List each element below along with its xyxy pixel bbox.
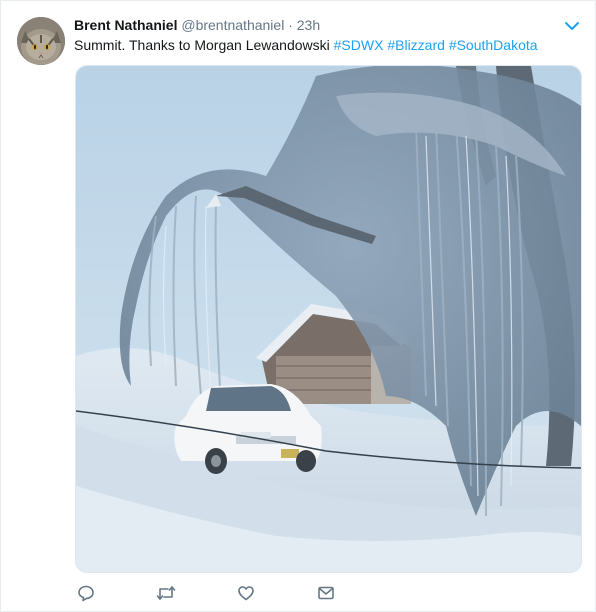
author-handle[interactable]: @brentnathaniel — [181, 17, 284, 33]
tweet-text-plain: Summit. Thanks to Morgan Lewandowski — [74, 37, 330, 53]
tweet-photo[interactable] — [75, 65, 582, 573]
tweet-timestamp[interactable]: 23h — [297, 17, 320, 33]
chevron-down-icon[interactable] — [563, 17, 581, 35]
envelope-icon[interactable] — [315, 583, 337, 603]
heart-icon[interactable] — [235, 583, 257, 603]
hashtag-link[interactable]: #SDWX — [334, 37, 384, 53]
tweet-header: Brent Nathaniel @brentnathaniel · 23h — [74, 15, 555, 35]
ice-storm-photo — [76, 66, 581, 572]
tweet-text: Summit. Thanks to Morgan Lewandowski #SD… — [74, 35, 579, 55]
separator-dot: · — [288, 17, 293, 33]
hashtag-link[interactable]: #Blizzard — [387, 37, 445, 53]
avatar[interactable] — [17, 17, 65, 65]
tweet-card[interactable]: Brent Nathaniel @brentnathaniel · 23h Su… — [0, 0, 596, 612]
reply-icon[interactable] — [75, 583, 97, 603]
hashtag-link[interactable]: #SouthDakota — [449, 37, 538, 53]
cat-avatar-image — [17, 17, 65, 65]
tweet-actions — [75, 583, 395, 603]
author-name[interactable]: Brent Nathaniel — [74, 17, 177, 33]
retweet-icon[interactable] — [155, 583, 177, 603]
